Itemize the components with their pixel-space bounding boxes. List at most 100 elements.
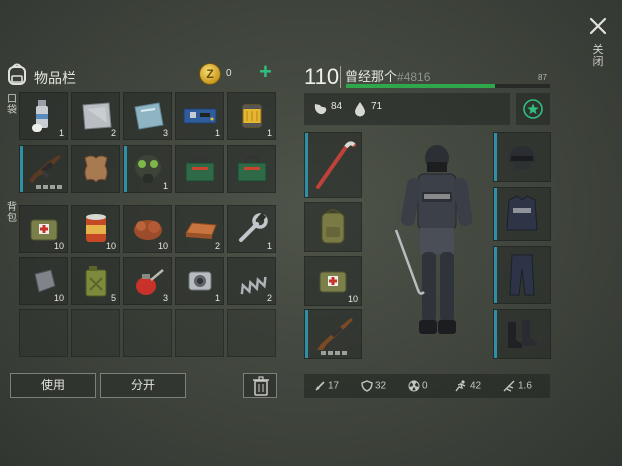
circuit-board-icon: [183, 108, 216, 124]
close-label[interactable]: 关闭: [590, 44, 606, 68]
boots-icon: [508, 320, 537, 348]
glass-pane-icon: [133, 102, 164, 130]
pocket-label: 口袋: [7, 94, 17, 116]
player-id: #4816: [397, 70, 431, 84]
inventory-slot-gas-mask[interactable]: 1: [123, 145, 172, 193]
oil-can-icon: [135, 269, 164, 295]
trash-button[interactable]: [243, 373, 277, 398]
inventory-slot-spray[interactable]: 1: [19, 92, 68, 140]
health-value: 87: [538, 73, 547, 82]
star-badge-icon: [523, 99, 543, 119]
slot-accent: [124, 146, 127, 192]
equip-slot-bandage[interactable]: 10: [304, 256, 362, 306]
military-backpack-icon: [321, 209, 345, 244]
inventory-slot-empty[interactable]: [227, 309, 276, 357]
item-quantity: 1: [214, 293, 220, 303]
inventory-slot-empty[interactable]: [71, 309, 120, 357]
inventory-slot-circuit[interactable]: 1: [175, 92, 224, 140]
radiation-icon: [408, 380, 420, 392]
status-effects-button[interactable]: [516, 93, 550, 125]
pants-icon: [509, 254, 535, 296]
blade-icon: [503, 380, 515, 392]
item-quantity: 2: [214, 241, 220, 251]
equip-slot-boots[interactable]: [493, 309, 551, 359]
player-name: 曾经那个: [345, 69, 398, 84]
attack-stat: 17: [314, 380, 339, 392]
inventory-header: 物品栏 Z 0 +: [6, 61, 282, 88]
inventory-slot-mushroom[interactable]: 10: [123, 205, 172, 253]
equip-slot-melee[interactable]: [304, 132, 362, 198]
spring-icon: [240, 276, 267, 295]
coin-icon: Z: [199, 63, 221, 85]
backpack-label: 背包: [7, 202, 17, 224]
player-name-row: 曾经那个#4816: [345, 66, 430, 85]
use-button[interactable]: 使用: [10, 373, 96, 398]
inventory-slot-wrench[interactable]: 1: [227, 205, 276, 253]
inventory-slot-empty[interactable]: [19, 309, 68, 357]
inventory-slot-bandage[interactable]: 10: [19, 205, 68, 253]
backpack-icon: [8, 63, 26, 85]
character-model: [394, 145, 473, 334]
inventory-slot-metal-sheet[interactable]: 2: [71, 92, 120, 140]
close-icon[interactable]: [588, 16, 608, 36]
inventory-slot-supply-box[interactable]: [175, 145, 224, 193]
speed-value: 42: [470, 380, 482, 392]
radiation-value: 0: [422, 380, 428, 392]
meat-chunk-icon: [133, 220, 162, 240]
misc-value: 1.6: [518, 380, 532, 392]
inventory-slot-scrap[interactable]: 10: [19, 257, 68, 305]
inventory-slot-empty[interactable]: [175, 309, 224, 357]
item-quantity: 1: [162, 181, 168, 191]
inventory-slot-supply-box-2[interactable]: [227, 145, 276, 193]
equip-slot-backpack[interactable]: [304, 202, 362, 252]
attack-value: 17: [328, 380, 340, 392]
inventory-slot-glass[interactable]: 3: [123, 92, 172, 140]
wrench-icon: [238, 212, 268, 242]
health-bar-fill: [346, 84, 495, 88]
assault-rifle-icon: [28, 155, 61, 183]
item-quantity: 10: [157, 241, 168, 251]
durability-pips: [321, 351, 351, 355]
item-quantity: 1: [58, 128, 64, 138]
copper-ingot-icon: [184, 222, 217, 239]
slot-accent: [494, 188, 497, 240]
inventory-slot-leather[interactable]: [71, 145, 120, 193]
equip-slot-firearm[interactable]: [304, 309, 362, 359]
leather-hide-icon: [83, 155, 108, 183]
slot-accent: [305, 133, 308, 197]
helmet-icon: [509, 146, 535, 169]
item-quantity: 2: [266, 293, 272, 303]
split-button[interactable]: 分开: [100, 373, 186, 398]
inventory-slot-filter[interactable]: 1: [227, 92, 276, 140]
inventory-slot-engine-part[interactable]: 1: [175, 257, 224, 305]
inventory-slot-empty[interactable]: [123, 309, 172, 357]
fuel-filter-icon: [242, 104, 261, 128]
food-value: 84: [331, 101, 343, 112]
item-quantity: 1: [266, 128, 272, 138]
equip-slot-pants[interactable]: [493, 246, 551, 304]
inventory-slot-oil-can[interactable]: 3: [123, 257, 172, 305]
slot-accent: [494, 133, 497, 181]
inventory-slot-copper[interactable]: 2: [175, 205, 224, 253]
inventory-slot-canned-food[interactable]: 10: [71, 205, 120, 253]
slot-accent: [494, 247, 497, 303]
equip-slot-helmet[interactable]: [493, 132, 551, 182]
inventory-slot-spring[interactable]: 2: [227, 257, 276, 305]
jerrycan-icon: [85, 266, 106, 297]
equip-slot-armor[interactable]: [493, 187, 551, 241]
speed-stat: 42: [454, 380, 481, 392]
running-icon: [455, 380, 466, 392]
supply-box-icon: [237, 155, 266, 182]
inventory-slot-rifle[interactable]: [19, 145, 68, 193]
player-level: 110: [304, 64, 340, 89]
defense-value: 32: [375, 380, 387, 392]
rifle-icon: [317, 318, 353, 350]
stats-bar: 17 32 0 42 1.6: [304, 374, 550, 398]
inventory-title: 物品栏: [34, 70, 76, 86]
canned-food-icon: [85, 214, 106, 242]
inventory-slot-jerrycan[interactable]: 5: [71, 257, 120, 305]
item-quantity: 2: [110, 128, 116, 138]
radiation-stat: 0: [408, 380, 428, 392]
add-coins-button[interactable]: +: [259, 61, 275, 84]
metal-sheet-icon: [81, 102, 112, 130]
